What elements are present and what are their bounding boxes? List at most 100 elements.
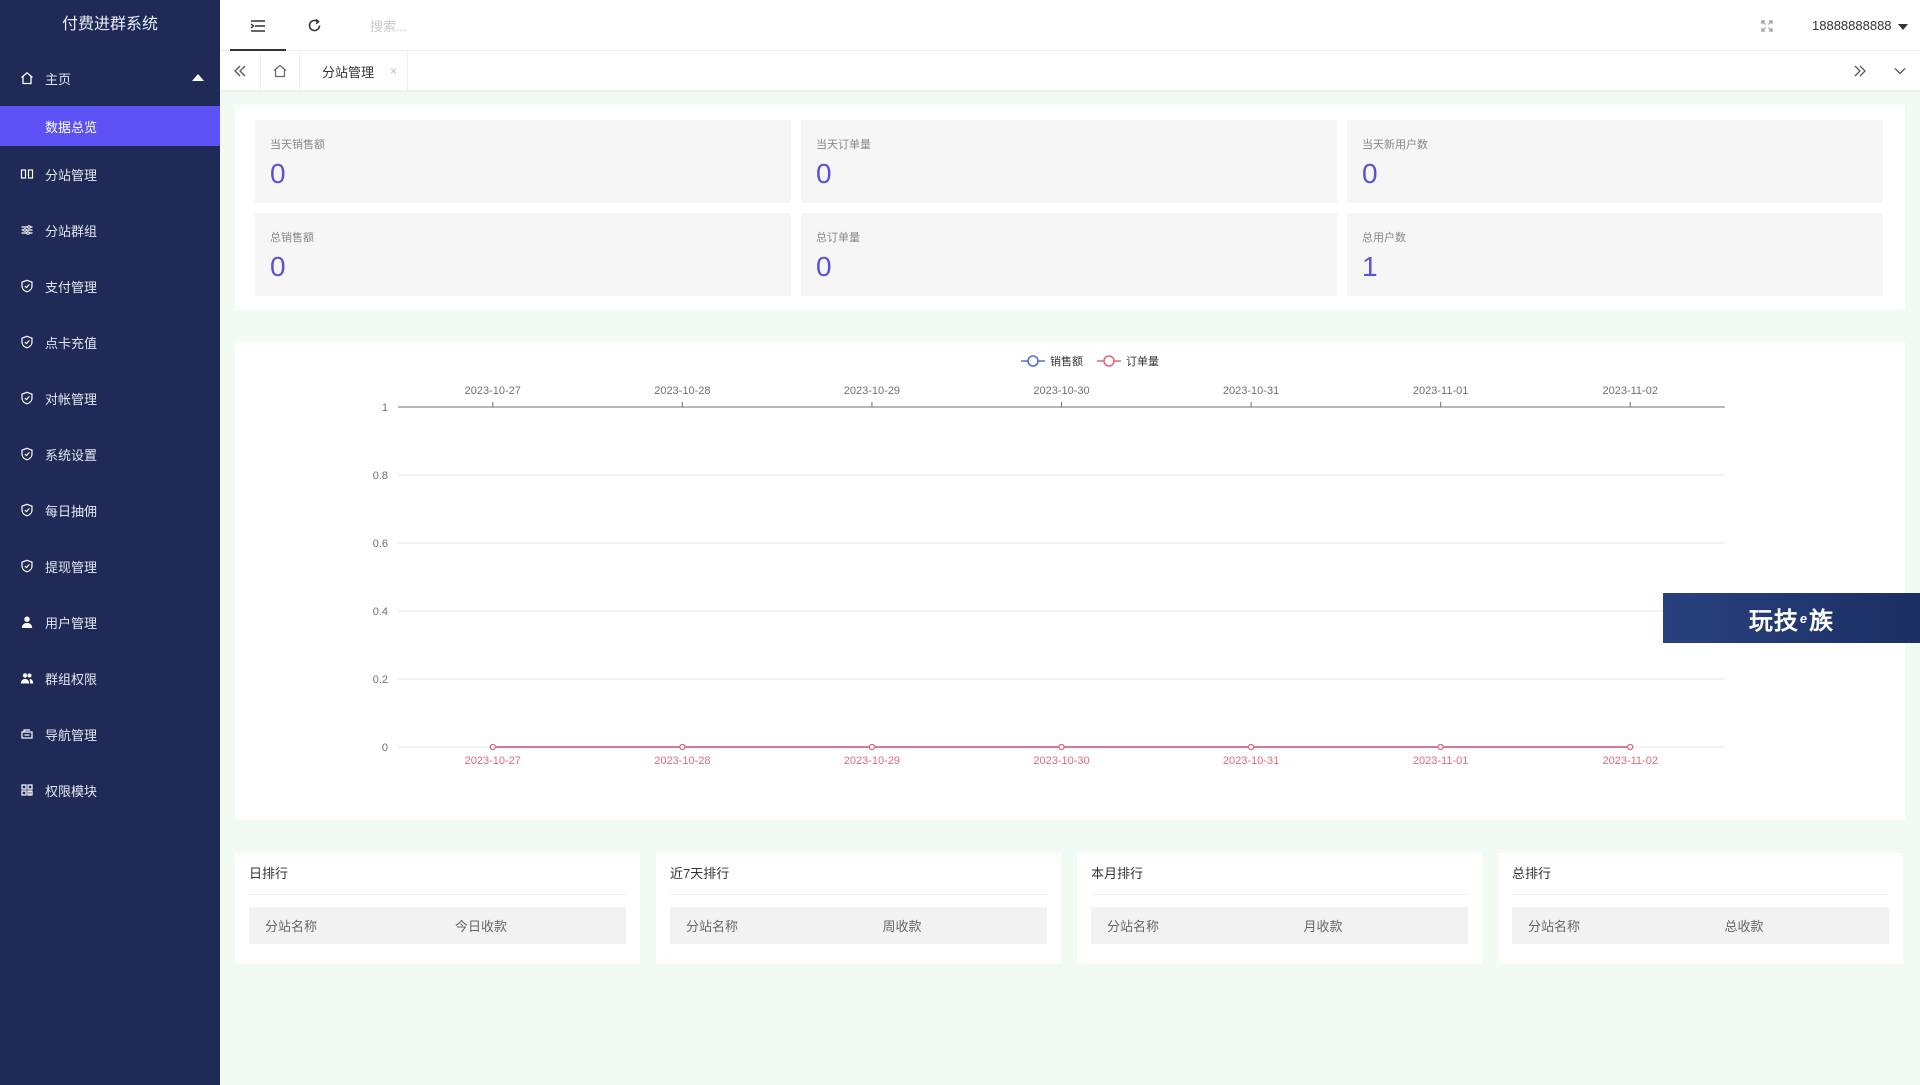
x-tick-label-bottom: 2023-10-27 (465, 755, 521, 767)
ranking-title: 本月排行 (1091, 853, 1468, 895)
column-header-site-name: 分站名称 (686, 919, 739, 934)
sidebar-item[interactable]: 对帐管理 (0, 370, 220, 426)
data-point (1437, 743, 1444, 751)
sliders-icon (20, 223, 34, 237)
sidebar-item[interactable]: 群组权限 (0, 650, 220, 706)
shield-check-icon (20, 503, 34, 517)
ranking-card: 近7天排行分站名称 周收款 (656, 853, 1061, 964)
y-tick-label: 0.8 (373, 470, 388, 482)
ranking-title: 近7天排行 (670, 853, 1047, 895)
refresh-button[interactable] (286, 0, 342, 51)
stat-card: 当天销售额 0 (255, 120, 791, 203)
sidebar-item[interactable]: 导航管理 (0, 706, 220, 762)
tab-label: 分站管理 (322, 64, 375, 80)
sidebar-item-home[interactable]: 主页 (0, 50, 220, 106)
sidebar-item[interactable]: 点卡充值 (0, 314, 220, 370)
legend-marker (1027, 355, 1039, 367)
y-tick-label: 0.2 (373, 674, 388, 686)
grid-icon (20, 783, 34, 797)
stats-panel: 当天销售额 0 当天订单量 0 当天新用户数 0 总销售额 0 总订单量 0 总用户数 1 (235, 105, 1905, 310)
tab-home[interactable] (260, 51, 300, 91)
tab-dropdown-button[interactable] (1880, 51, 1920, 91)
y-tick-label: 0 (382, 742, 388, 754)
sidebar-item-label: 对帐管理 (45, 391, 98, 407)
y-tick-label: 0.6 (373, 538, 388, 550)
x-tick-label-top: 2023-10-27 (465, 385, 521, 397)
tab-scroll-left-button[interactable] (220, 51, 260, 91)
legend-label: 销售额 (1050, 354, 1083, 368)
username: 18888888888 (1812, 18, 1892, 33)
ranking-table-header: 分站名称 今日收款 (249, 907, 626, 944)
sidebar-item[interactable]: 提现管理 (0, 538, 220, 594)
search-input[interactable] (370, 14, 570, 38)
stat-card: 当天新用户数 0 (1347, 120, 1883, 203)
shield-check-icon (20, 447, 34, 461)
stat-label: 总订单量 (816, 232, 860, 244)
column-header-site-name: 分站名称 (265, 919, 318, 934)
sidebar-item[interactable]: 支付管理 (0, 258, 220, 314)
x-tick-label-top: 2023-10-31 (1223, 385, 1279, 397)
sidebar-item-label: 群组权限 (45, 671, 98, 687)
data-point (489, 743, 496, 751)
stat-label: 当天订单量 (816, 139, 871, 151)
menu-fold-icon (250, 19, 265, 32)
columns-icon (20, 167, 34, 181)
x-tick-label-bottom: 2023-10-28 (654, 755, 710, 767)
x-tick-label-top: 2023-10-30 (1033, 385, 1089, 397)
nav-icon (20, 727, 34, 741)
stat-value: 1 (1362, 251, 1378, 282)
sidebar-item-label: 分站群组 (45, 223, 98, 239)
sidebar-item-label: 支付管理 (45, 279, 98, 295)
ranking-card: 日排行分站名称 今日收款 (235, 853, 640, 964)
close-icon[interactable]: × (390, 64, 397, 78)
ranking-table-header: 分站名称 周收款 (670, 907, 1047, 944)
shield-check-icon (20, 279, 34, 293)
menu-toggle-button[interactable] (230, 0, 286, 51)
column-header-amount: 今日收款 (454, 919, 507, 934)
user-menu[interactable]: 18888888888 (1812, 0, 1908, 51)
users-icon (20, 671, 34, 685)
caret-up-icon (192, 74, 204, 81)
sidebar-menu: 分站管理分站群组支付管理点卡充值对帐管理系统设置 每日抽佣提现管理用户管理群组权限… (0, 146, 220, 818)
legend-label: 订单量 (1126, 355, 1159, 368)
shield-check-icon (20, 335, 34, 349)
sidebar-item[interactable]: 用户管理 (0, 594, 220, 650)
tab-scroll-right-button[interactable] (1840, 51, 1880, 91)
watermark-text: 玩技 (1748, 607, 1799, 635)
shield-check-icon (20, 559, 34, 573)
ranking-title: 日排行 (249, 853, 626, 895)
tab-site-management[interactable]: 分站管理 × (302, 51, 409, 91)
fullscreen-button[interactable] (1757, 16, 1777, 36)
sidebar-item[interactable]: 权限模块 (0, 762, 220, 818)
x-tick-label-bottom: 2023-10-29 (844, 755, 900, 767)
stat-value: 0 (1362, 158, 1378, 189)
refresh-icon (308, 18, 320, 32)
stat-label: 当天销售额 (270, 139, 325, 151)
fullscreen-icon (1761, 20, 1773, 32)
x-tick-label-bottom: 2023-10-30 (1033, 755, 1089, 767)
ranking-card: 本月排行 分站名称 月收款 (1077, 853, 1482, 964)
sidebar-item[interactable]: 分站群组 (0, 202, 220, 258)
x-tick-label-bottom: 2023-11-01 (1413, 755, 1468, 767)
stat-value: 0 (270, 251, 286, 282)
sidebar-item-label: 提现管理 (45, 559, 98, 575)
line-chart: 0 0.2 0.4 0.6 0.8 1 2023-10-27 2023-10-28 2023-1… (373, 354, 1725, 767)
x-tick-label-top: 2023-11-01 (1413, 385, 1468, 397)
stat-card: 总销售额 0 (255, 213, 791, 296)
sidebar-item[interactable]: 每日抽佣 (0, 482, 220, 538)
y-tick-label: 0.4 (373, 606, 388, 618)
stat-label: 总用户数 (1362, 232, 1406, 244)
x-tick-label-top: 2023-11-02 (1602, 385, 1657, 397)
chart-card: 0 0.2 0.4 0.6 0.8 1 2023-10-27 2023-10-28 2023-1… (235, 342, 1905, 820)
stat-value: 0 (270, 158, 286, 189)
sidebar-item-label: 主页 (45, 71, 72, 87)
sidebar-item-label: 用户管理 (45, 615, 98, 631)
sidebar-item[interactable]: 系统设置 (0, 426, 220, 482)
sidebar-item-dashboard[interactable]: 数据总览 (0, 106, 220, 146)
sidebar: 付费进群系统 主页 数据总览 分站管理 分站群组 支付管理 点卡充值 对帐管理 系统设置每… (0, 0, 220, 1085)
data-point (868, 743, 876, 751)
data-point (1247, 743, 1255, 751)
stat-card: 总订单量 0 (801, 213, 1337, 296)
double-chevron-right-icon (1854, 65, 1866, 77)
sidebar-item[interactable]: 分站管理 (0, 146, 220, 202)
